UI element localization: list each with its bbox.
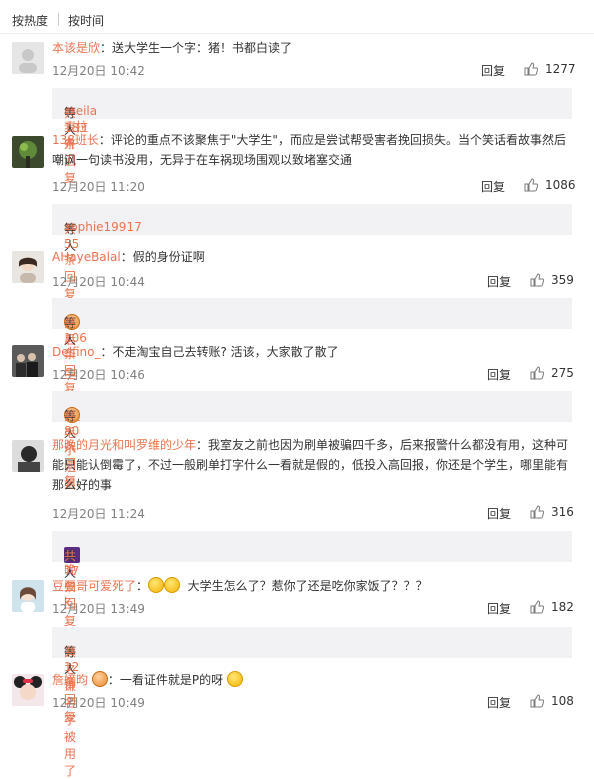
reply-button[interactable]: 回复 <box>481 62 505 79</box>
sort-by-hot[interactable]: 按热度 <box>12 12 48 29</box>
reply-button[interactable]: 回复 <box>487 366 511 383</box>
thumbs-up-icon[interactable] <box>530 600 544 614</box>
commenter-name[interactable]: 豆豆哥可爱死了 <box>52 579 136 593</box>
group-photo-avatar-icon <box>12 345 44 377</box>
reply-button[interactable]: 回复 <box>487 694 511 711</box>
comment-text: 本该是欣：送大学生一个字：猪！书都白读了 <box>52 38 576 58</box>
comment-body: ：评论的重点不该聚焦于"大学生"，而应是尝试帮受害者挽回损失。当个笑话看故事然后… <box>52 133 566 167</box>
portrait-avatar-icon <box>12 251 44 283</box>
reply-button[interactable]: 回复 <box>487 505 511 522</box>
default-avatar-icon <box>12 42 44 74</box>
commenter-name[interactable]: 本该是欣 <box>52 41 100 55</box>
comment-body: ：送大学生一个字：猪！书都白读了 <box>100 41 293 55</box>
emoji-icon <box>226 671 243 687</box>
sort-bar: 按热度 按时间 <box>0 0 594 34</box>
thumbs-up-icon[interactable] <box>524 62 538 76</box>
reply-summary[interactable]: meila麦拉卉 等人 共183条回复 <box>52 88 572 185</box>
thumbs-up-icon[interactable] <box>524 178 538 192</box>
comment-item: Delfino_：不走淘宝自己去转账? 活该，大家散了散了 12月20日 10:… <box>0 335 594 491</box>
commenter-name[interactable]: 那晚的月光和叫罗维的少年 <box>52 438 196 452</box>
dark-avatar-icon <box>12 440 44 472</box>
comment-text: 138班长：评论的重点不该聚焦于"大学生"，而应是尝试帮受害者挽回损失。当个笑话… <box>52 130 576 170</box>
reply-summary[interactable]: 而后一生 等人 共106条回复 <box>52 298 572 395</box>
reply-button[interactable]: 回复 <box>487 600 511 617</box>
avatar[interactable] <box>12 580 44 612</box>
reply-button[interactable]: 回复 <box>487 273 511 290</box>
comment-time: 12月20日 10:49 <box>52 696 145 710</box>
comment-item: 本该是欣：送大学生一个字：猪！书都白读了 12月20日 10:42 回复 127… <box>0 34 594 185</box>
comment-text: 豆豆哥可爱死了： 大学生怎么了？惹你了还是吃你家饭了？？？ <box>52 577 428 593</box>
comment-text: 詹嫡昀 ：一看证件就是P的呀 <box>52 670 576 690</box>
avatar[interactable] <box>12 251 44 283</box>
comment-body: 大学生怎么了？惹你了还是吃你家饭了？？？ <box>187 579 428 593</box>
comment-time: 12月20日 10:42 <box>52 64 145 78</box>
avatar[interactable] <box>12 136 44 168</box>
reply-summary[interactable]: -腿毛小姐姐- 等人 共80条回复 <box>52 391 572 491</box>
reply-summary[interactable]: 薛之谦名字被用了 等人 共12条回复 <box>52 627 572 778</box>
thumbs-up-icon[interactable] <box>530 366 544 380</box>
comment-time: 12月20日 13:49 <box>52 602 145 616</box>
comment-time: 12月20日 11:24 <box>52 507 145 521</box>
like-count: 359 <box>551 273 574 287</box>
emoji-icon <box>148 577 165 593</box>
comment-text: 那晚的月光和叫罗维的少年：我室友之前也因为刷单被骗四千多，后来报警什么都没有用，… <box>52 435 576 495</box>
comment-item: 138班长：评论的重点不该聚焦于"大学生"，而应是尝试帮受害者挽回损失。当个笑话… <box>0 126 594 301</box>
reply-button[interactable]: 回复 <box>481 178 505 195</box>
comment-body: ：假的身份证啊 <box>120 250 205 264</box>
reply-summary[interactable]: m晚归k 等人 共77条回复 <box>52 531 572 628</box>
comment-body: ：一看证件就是P的呀 <box>107 673 224 687</box>
like-count: 182 <box>551 600 574 614</box>
sort-by-time[interactable]: 按时间 <box>68 12 104 29</box>
like-count: 316 <box>551 505 574 519</box>
avatar[interactable] <box>12 345 44 377</box>
comment-time: 12月20日 10:46 <box>52 368 145 382</box>
comment-time: 12月20日 11:20 <box>52 180 145 194</box>
commenter-name[interactable]: 詹嫡昀 <box>52 673 88 687</box>
avatar[interactable] <box>12 440 44 472</box>
commenter-name[interactable]: 138班长 <box>52 133 99 147</box>
reply-summary[interactable]: sophie19917 等人 共55条回复 <box>52 204 572 301</box>
like-count: 1086 <box>545 178 576 192</box>
thumbs-up-icon[interactable] <box>530 273 544 287</box>
comment-item: 豆豆哥可爱死了： 大学生怎么了？惹你了还是吃你家饭了？？？ 12月20日 13:… <box>0 570 594 778</box>
avatar[interactable] <box>12 42 44 74</box>
commenter-name[interactable]: AHayeBalal <box>52 250 121 264</box>
comment-body: ：不走淘宝自己去转账? 活该，大家散了散了 <box>100 345 339 359</box>
emoji-icon <box>164 577 181 593</box>
comment-item: 詹嫡昀 ：一看证件就是P的呀 12月20日 10:49 回复 108 <box>0 666 594 710</box>
thumbs-up-icon[interactable] <box>530 505 544 519</box>
comment-text: AHayeBalal：假的身份证啊 <box>52 247 576 267</box>
comment-text: Delfino_：不走淘宝自己去转账? 活该，大家散了散了 <box>52 342 576 362</box>
mouse-ears-avatar-icon <box>12 674 44 706</box>
girl-avatar-icon <box>12 580 44 612</box>
emoji-icon <box>91 671 108 687</box>
like-count: 275 <box>551 366 574 380</box>
comment-time: 12月20日 10:44 <box>52 275 145 289</box>
avatar[interactable] <box>12 674 44 706</box>
plant-avatar-icon <box>12 136 44 168</box>
comment-item: 那晚的月光和叫罗维的少年：我室友之前也因为刷单被骗四千多，后来报警什么都没有用，… <box>0 430 594 628</box>
comment-item: AHayeBalal：假的身份证啊 12月20日 10:44 回复 359 而后… <box>0 241 594 395</box>
sort-divider <box>58 13 59 26</box>
commenter-name[interactable]: Delfino_ <box>52 345 100 359</box>
like-count: 1277 <box>545 62 576 76</box>
